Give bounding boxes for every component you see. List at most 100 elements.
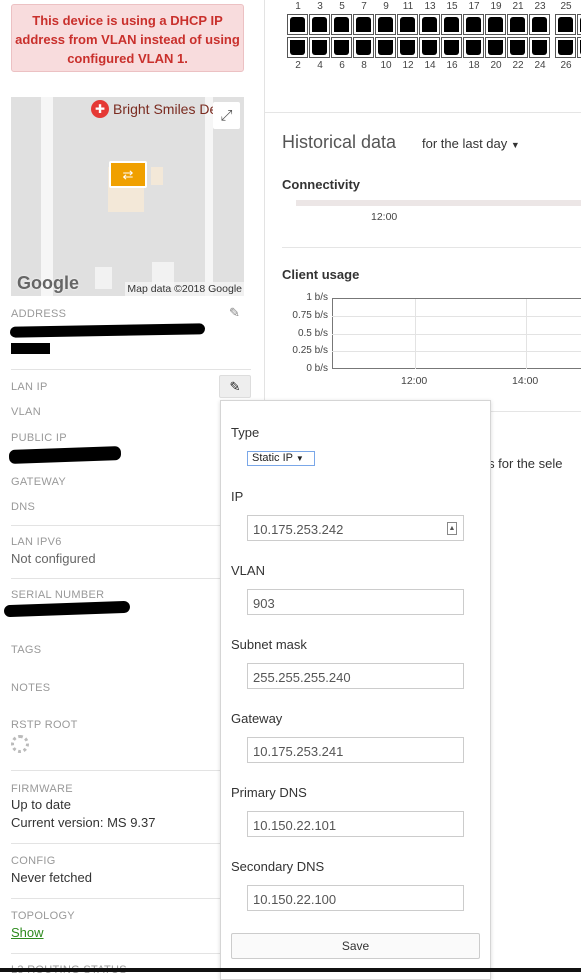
port-number: 14 (424, 60, 436, 71)
port-26[interactable] (555, 37, 576, 58)
place-label[interactable]: Bright Smiles De (113, 101, 217, 117)
divider (11, 898, 251, 899)
connectivity-tick: 12:00 (371, 211, 398, 223)
secondary-dns-input[interactable]: 10.150.22.100 (247, 885, 464, 911)
gridline-v (415, 299, 416, 369)
port-7[interactable] (353, 14, 374, 35)
public-ip-label: PUBLIC IP (11, 432, 67, 444)
port-number: 13 (424, 1, 436, 12)
port-8[interactable] (353, 37, 374, 58)
edit-address-icon[interactable]: ✎ (229, 305, 240, 321)
divider (265, 112, 581, 113)
time-range-dropdown[interactable]: for the last day ▼ (422, 136, 520, 151)
secondary-dns-label: Secondary DNS (231, 859, 325, 874)
serial-label: SERIAL NUMBER (11, 589, 105, 601)
port-number: 25 (560, 1, 572, 12)
edit-lan-ip-button[interactable]: ✎ (219, 375, 251, 398)
divider (11, 953, 251, 954)
dhcp-vlan-alert: This device is using a DHCP IP address f… (11, 4, 244, 72)
redaction (11, 343, 50, 354)
port-9[interactable] (375, 14, 396, 35)
port-20[interactable] (485, 37, 506, 58)
lan-ip-label: LAN IP (11, 381, 48, 393)
divider (11, 770, 251, 771)
port-10[interactable] (375, 37, 396, 58)
type-select[interactable]: Static IP ▼ (247, 451, 315, 466)
gateway-input[interactable]: 10.175.253.241 (247, 737, 464, 763)
hospital-icon: ✚ (91, 100, 109, 118)
port-number: 7 (361, 1, 367, 12)
primary-dns-label: Primary DNS (231, 785, 307, 800)
gridline-h (332, 351, 581, 353)
client-usage-title: Client usage (282, 267, 360, 282)
port-28[interactable] (577, 37, 581, 58)
port-17[interactable] (463, 14, 484, 35)
port-number: 10 (380, 60, 392, 71)
port-number: 1 (295, 1, 301, 12)
caret-down-icon: ▼ (510, 140, 520, 150)
port-13[interactable] (419, 14, 440, 35)
type-select-value: Static IP (252, 452, 293, 464)
port-21[interactable] (507, 14, 528, 35)
ip-label: IP (231, 489, 244, 504)
topology-show-link[interactable]: Show (11, 925, 44, 940)
loading-spinner-icon (11, 735, 29, 753)
subnet-input[interactable]: 255.255.255.240 (247, 663, 464, 689)
y-tick: 0 b/s (306, 363, 328, 374)
port-number: 23 (534, 1, 546, 12)
port-14[interactable] (419, 37, 440, 58)
vlan-label: VLAN (231, 563, 265, 578)
fullscreen-button[interactable]: ⤢ (213, 102, 240, 129)
port-11[interactable] (397, 14, 418, 35)
primary-dns-input[interactable]: 10.150.22.101 (247, 811, 464, 837)
port-12[interactable] (397, 37, 418, 58)
port-5[interactable] (331, 14, 352, 35)
ip-input[interactable]: 10.175.253.242 ▲ (247, 515, 464, 541)
port-number: 16 (446, 60, 458, 71)
port-24[interactable] (529, 37, 550, 58)
port-19[interactable] (485, 14, 506, 35)
port-15[interactable] (441, 14, 462, 35)
port-number: 6 (339, 60, 345, 71)
port-2[interactable] (287, 37, 308, 58)
tags-label: TAGS (11, 644, 42, 656)
y-tick: 0.75 b/s (292, 309, 328, 321)
dns-label: DNS (11, 501, 36, 513)
connectivity-bar[interactable] (296, 200, 581, 206)
port-23[interactable] (529, 14, 550, 35)
port-number: 18 (468, 60, 480, 71)
port-27[interactable] (577, 14, 581, 35)
port-number: 20 (490, 60, 502, 71)
port-number: 24 (534, 60, 546, 71)
port-18[interactable] (463, 37, 484, 58)
firmware-status: Up to date (11, 797, 71, 812)
firmware-version: Current version: MS 9.37 (11, 815, 156, 830)
lan-ip-edit-popover: Type Static IP ▼ IP 10.175.253.242 ▲ VLAN… (220, 400, 491, 980)
port-6[interactable] (331, 37, 352, 58)
divider (11, 578, 251, 579)
device-map[interactable]: ✚ Bright Smiles De ⤢ ⇄ Google Map data ©… (11, 97, 244, 296)
type-label: Type (231, 425, 260, 440)
port-1[interactable] (287, 14, 308, 35)
port-16[interactable] (441, 37, 462, 58)
switch-marker-icon[interactable]: ⇄ (109, 161, 147, 188)
gateway-label: GATEWAY (11, 476, 67, 488)
port-number: 28 (577, 60, 581, 71)
google-logo: Google (17, 273, 79, 293)
port-25[interactable] (555, 14, 576, 35)
contact-card-icon[interactable]: ▲ (447, 522, 457, 535)
notes-label: NOTES (11, 682, 51, 694)
port-number: 2 (295, 60, 301, 71)
map-attribution: Map data ©2018 Google (125, 282, 244, 296)
vlan-input[interactable]: 903 (247, 589, 464, 615)
ip-value: 10.175.253.242 (253, 522, 344, 537)
save-button[interactable]: Save (231, 933, 480, 959)
port-4[interactable] (309, 37, 330, 58)
divider (282, 247, 581, 248)
lan-ipv6-value: Not configured (11, 551, 96, 566)
gridline-h (332, 333, 581, 335)
port-22[interactable] (507, 37, 528, 58)
time-range-value: for the last day (422, 136, 508, 151)
divider (11, 369, 251, 370)
port-3[interactable] (309, 14, 330, 35)
